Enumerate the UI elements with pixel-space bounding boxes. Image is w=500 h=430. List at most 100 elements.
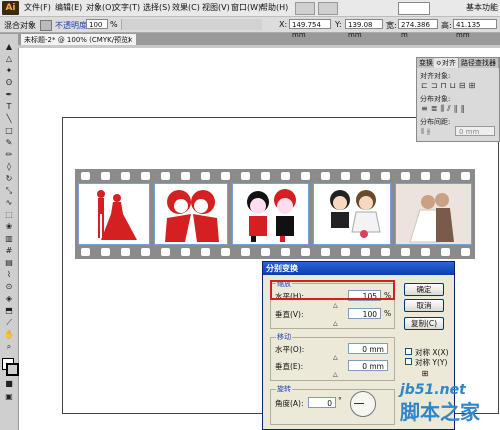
film-hole — [161, 172, 170, 180]
direct-selection-tool-icon[interactable]: △ — [3, 54, 15, 63]
menu-view[interactable]: 视图(V) — [202, 2, 230, 13]
film-strip-artwork[interactable] — [75, 169, 475, 259]
frame-wedding-photo[interactable] — [395, 183, 472, 245]
film-hole — [441, 172, 450, 180]
bridge-icon[interactable] — [295, 2, 315, 15]
magic-wand-tool-icon[interactable]: ✦ — [3, 66, 15, 75]
film-hole — [141, 248, 150, 256]
film-hole — [461, 172, 470, 180]
tab-pathfinder[interactable]: 路径查找器 — [459, 58, 499, 68]
tab-align[interactable]: ≎对齐 — [434, 58, 459, 68]
watermark-brand: 脚本之家 — [400, 400, 480, 424]
distribute-objects-label: 分布对象: — [420, 95, 451, 103]
rotate-tool-icon[interactable]: ↻ — [3, 174, 15, 183]
height-input[interactable]: 41.135 mm — [453, 19, 497, 39]
spacing-input[interactable]: 0 mm — [455, 126, 495, 136]
stroke-swatch[interactable] — [6, 363, 19, 376]
menu-effect[interactable]: 效果(C) — [172, 2, 200, 13]
slider-thumb-icon[interactable]: △ — [333, 354, 338, 361]
blend-tool-icon[interactable]: ⊙ — [3, 282, 15, 291]
film-hole — [281, 248, 290, 256]
x-input[interactable]: 149.754 mm — [289, 19, 331, 39]
menu-type[interactable]: 文字(T) — [113, 2, 140, 13]
menu-help[interactable]: 帮助(H) — [260, 2, 288, 13]
menu-edit[interactable]: 编辑(E) — [55, 2, 82, 13]
scale-tool-icon[interactable]: ⤡ — [3, 186, 15, 195]
move-horizontal-input[interactable]: 0 mm — [348, 343, 388, 354]
film-hole — [161, 248, 170, 256]
frame-bride-groom-silhouette[interactable] — [78, 183, 150, 245]
symbol-sprayer-tool-icon[interactable]: ❀ — [3, 222, 15, 231]
angle-input[interactable]: 0 — [308, 397, 336, 408]
width-input[interactable]: 274.386 m — [398, 19, 438, 39]
ok-button[interactable]: 确定 — [404, 283, 444, 296]
screen-mode-icon[interactable]: ▣ — [3, 392, 15, 401]
align-tools[interactable] — [121, 19, 262, 30]
align-panel: 变换 ≎对齐 路径查找器 对齐对象: ⊏⊐⊓⊔⊟⊞ 分布对象: ≡≣⫼⫽∥‖ 分… — [416, 57, 500, 142]
eraser-tool-icon[interactable]: ◊ — [3, 162, 15, 171]
hand-tool-icon[interactable]: ✋ — [3, 330, 15, 339]
move-vertical-input[interactable]: 0 mm — [348, 360, 388, 371]
film-hole — [221, 172, 230, 180]
copy-button[interactable]: 复制(C) — [404, 317, 444, 330]
opacity-input[interactable]: 100 — [86, 19, 108, 29]
menu-window[interactable]: 窗口(W) — [231, 2, 261, 13]
arrange-icon[interactable] — [318, 2, 338, 15]
zoom-tool-icon[interactable]: ⌕ — [3, 342, 15, 351]
search-field[interactable] — [398, 2, 430, 15]
slice-tool-icon[interactable]: ⟋ — [3, 318, 15, 327]
gradient-tool-icon[interactable]: ▤ — [3, 258, 15, 267]
artboard-tool-icon[interactable]: ⬒ — [3, 306, 15, 315]
reference-point-icon[interactable]: ⊞ — [420, 369, 430, 379]
film-hole — [321, 248, 330, 256]
slider-thumb-icon[interactable]: △ — [333, 302, 338, 309]
slider-thumb-icon[interactable]: △ — [333, 371, 338, 378]
pencil-tool-icon[interactable]: ✏ — [3, 150, 15, 159]
align-buttons[interactable]: ⊏⊐⊓⊔⊟⊞ — [421, 81, 478, 90]
pen-tool-icon[interactable]: ✒ — [3, 90, 15, 99]
film-hole — [381, 248, 390, 256]
document-tab[interactable]: 未标题-2* @ 100% (CMYK/预览) × — [20, 33, 137, 45]
lasso-tool-icon[interactable]: ʘ — [3, 78, 15, 87]
menu-file[interactable]: 文件(F) — [24, 2, 51, 13]
workspace-switcher[interactable]: 基本功能 — [466, 2, 498, 13]
mesh-tool-icon[interactable]: # — [3, 246, 15, 255]
x-label: X: — [279, 20, 288, 29]
eyedropper-tool-icon[interactable]: ⌇ — [3, 270, 15, 279]
menu-object[interactable]: 对象(O) — [86, 2, 115, 13]
free-transform-tool-icon[interactable]: ⬚ — [3, 210, 15, 219]
rectangle-tool-icon[interactable]: □ — [3, 126, 15, 135]
color-mode-icon[interactable]: ■ — [3, 379, 15, 388]
warp-tool-icon[interactable]: ∿ — [3, 198, 15, 207]
distribute-buttons[interactable]: ≡≣⫼⫽∥‖ — [421, 104, 468, 114]
opacity-label[interactable]: 不透明度: — [55, 20, 90, 31]
type-tool-icon[interactable]: T — [3, 102, 15, 111]
width-label: 宽: — [386, 21, 397, 30]
selection-tool-icon[interactable]: ▲ — [3, 42, 15, 51]
film-hole — [141, 172, 150, 180]
film-hole — [281, 172, 290, 180]
reflect-y-checkbox[interactable] — [405, 358, 412, 365]
angle-degree: ° — [338, 396, 342, 405]
live-paint-tool-icon[interactable]: ◈ — [3, 294, 15, 303]
vertical-scale-input[interactable]: 100 — [348, 308, 381, 319]
style-swatch[interactable] — [40, 20, 52, 31]
menu-select[interactable]: 选择(S) — [143, 2, 170, 13]
frame-wedding-dolls[interactable] — [313, 183, 391, 245]
y-input[interactable]: 139.08 mm — [345, 19, 383, 39]
film-hole — [201, 172, 210, 180]
paintbrush-tool-icon[interactable]: ✎ — [3, 138, 15, 147]
line-tool-icon[interactable]: ╲ — [3, 114, 15, 123]
cancel-button[interactable]: 取消 — [404, 299, 444, 312]
vertical-percent: % — [384, 309, 392, 318]
graph-tool-icon[interactable]: ▥ — [3, 234, 15, 243]
frame-cartoon-kids[interactable] — [232, 183, 309, 245]
dialog-title: 分别变换 — [263, 262, 454, 275]
slider-thumb-icon[interactable]: △ — [333, 320, 338, 327]
angle-dial-icon[interactable] — [350, 391, 376, 417]
spacing-buttons[interactable]: ⫴ ⫵ — [421, 127, 431, 137]
selection-type: 混合对象 — [4, 21, 36, 30]
frame-kissing-couple[interactable] — [154, 183, 228, 245]
reflect-x-checkbox[interactable] — [405, 348, 412, 355]
film-hole — [81, 248, 90, 256]
